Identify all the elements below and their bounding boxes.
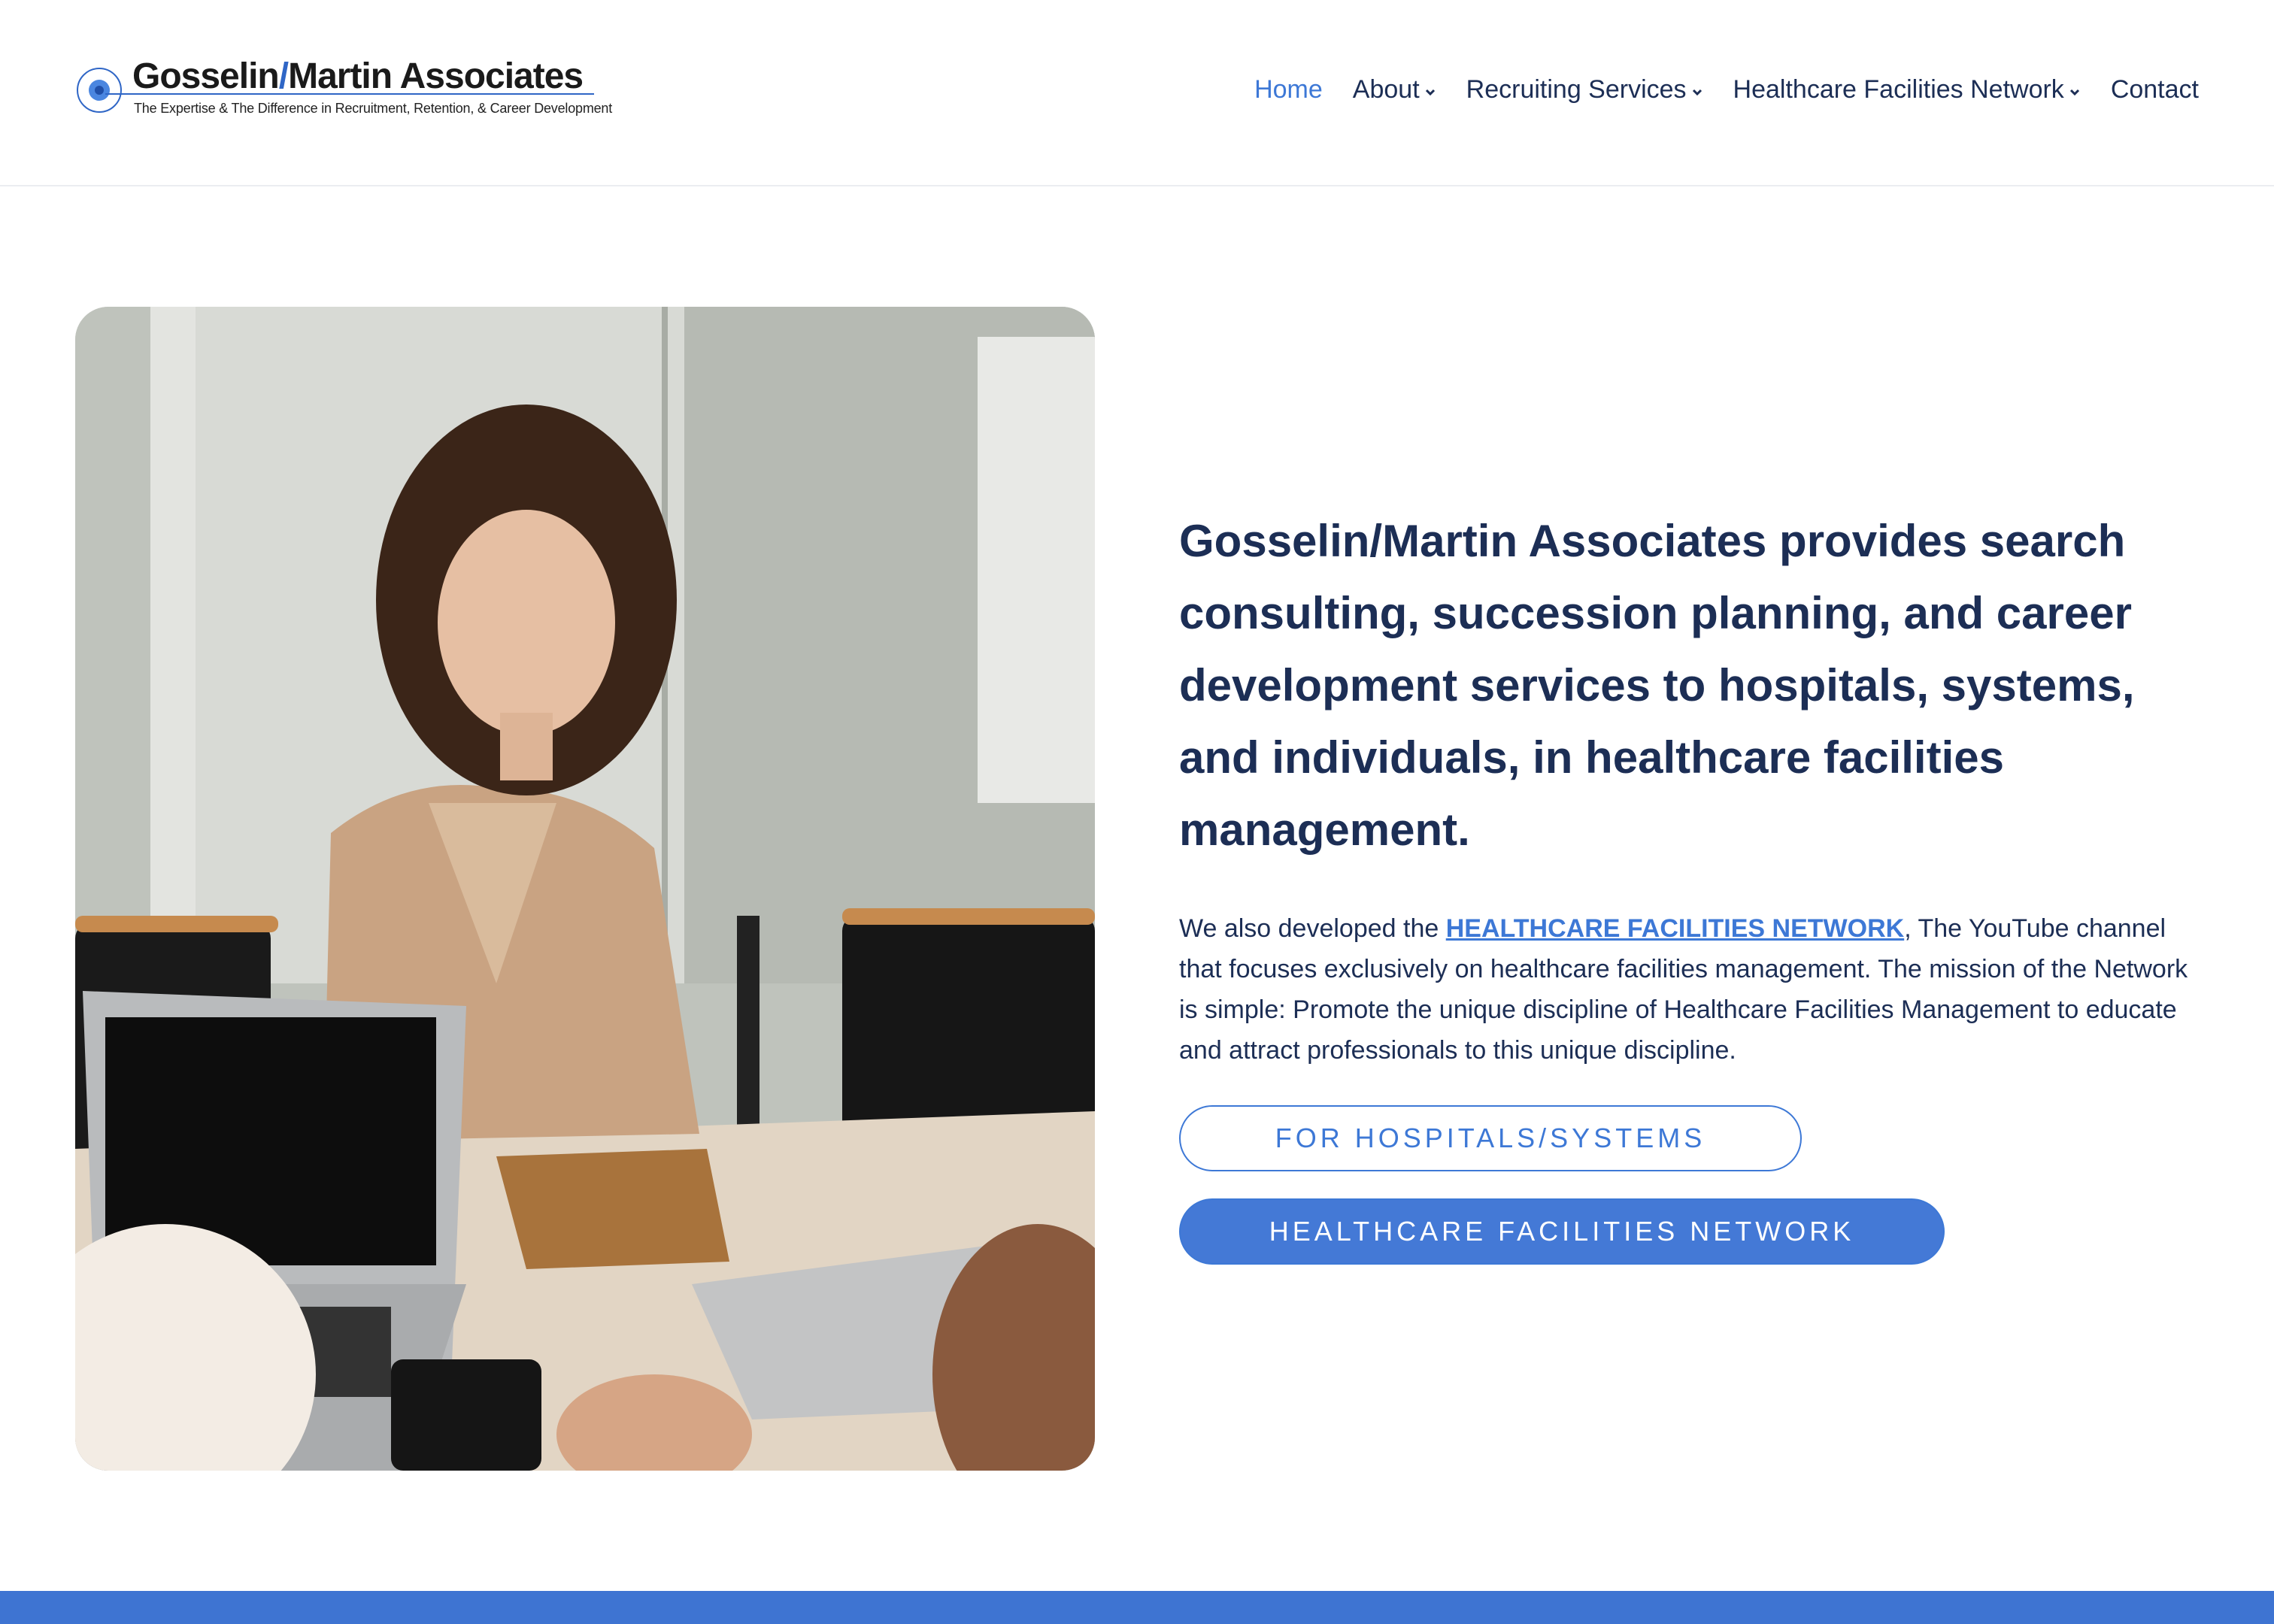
nav-healthcare-network[interactable]: Healthcare Facilities Network <box>1733 75 2081 105</box>
main-nav: Home About Recruiting Services Healthcar… <box>1224 75 2199 105</box>
chevron-down-icon <box>2069 89 2079 95</box>
chevron-down-icon <box>1425 89 1435 95</box>
hero-paragraph: We also developed the HEALTHCARE FACILIT… <box>1179 908 2202 1071</box>
nav-network-label: Healthcare Facilities Network <box>1733 75 2064 104</box>
site-header: Gosselin/Martin Associates The Expertise… <box>0 0 2274 186</box>
logo-title-part2: Martin Associates <box>288 56 584 96</box>
nav-home[interactable]: Home <box>1254 75 1323 105</box>
target-circle-icon <box>77 68 122 113</box>
nav-contact-label: Contact <box>2110 75 2199 104</box>
nav-contact[interactable]: Contact <box>2111 75 2199 105</box>
chevron-down-icon <box>1692 89 1702 95</box>
logo-title-slash: / <box>278 56 289 96</box>
hero-paragraph-intro: We also developed the <box>1179 914 1446 943</box>
for-hospitals-button[interactable]: FOR HOSPITALS/SYSTEMS <box>1179 1105 1802 1171</box>
logo-tagline: The Expertise & The Difference in Recrui… <box>134 101 613 116</box>
logo-title: Gosselin/Martin Associates <box>132 56 584 97</box>
nav-recruiting-label: Recruiting Services <box>1466 75 1687 104</box>
healthcare-network-link[interactable]: HEALTHCARE FACILITIES NETWORK <box>1446 914 1904 943</box>
nav-recruiting-services[interactable]: Recruiting Services <box>1466 75 1703 105</box>
footer-band <box>0 1591 2274 1624</box>
page: Gosselin/Martin Associates The Expertise… <box>0 0 2274 1624</box>
logo-title-part1: Gosselin <box>132 56 280 96</box>
hero-headline: Gosselin/Martin Associates provides sear… <box>1179 516 2135 855</box>
healthcare-network-button[interactable]: HEALTHCARE FACILITIES NETWORK <box>1179 1198 1945 1265</box>
hero-content: Gosselin/Martin Associates provides sear… <box>1179 505 2202 1265</box>
hero-photo <box>75 307 1095 1471</box>
nav-about[interactable]: About <box>1353 75 1436 105</box>
hero-photo-illustration <box>75 307 1095 1471</box>
nav-home-label: Home <box>1254 75 1323 104</box>
site-logo[interactable]: Gosselin/Martin Associates The Expertise… <box>75 56 612 123</box>
nav-about-label: About <box>1352 75 1420 104</box>
